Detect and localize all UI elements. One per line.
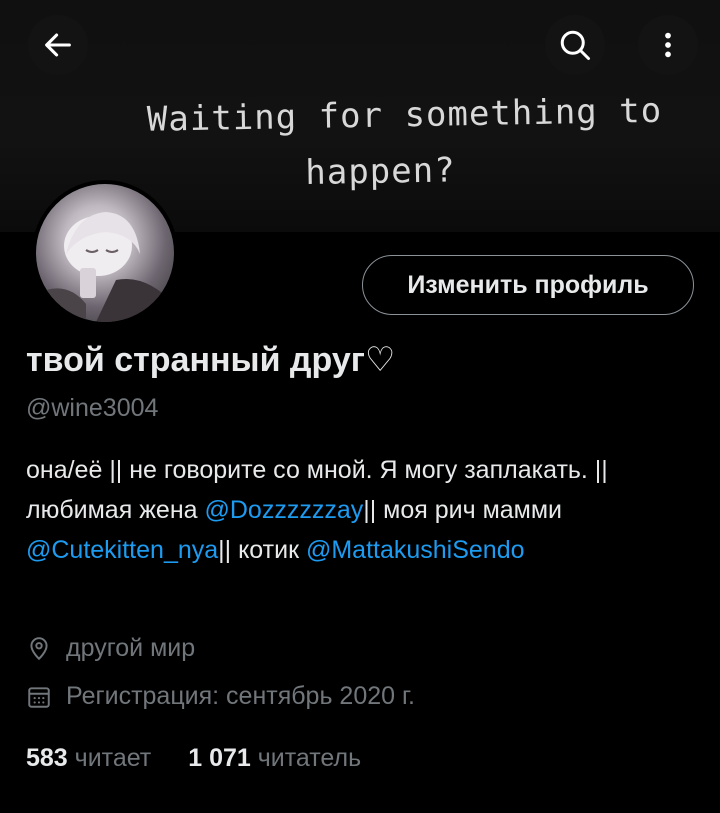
avatar[interactable] — [32, 180, 178, 326]
joined-row: Регистрация: сентябрь 2020 г. — [26, 682, 415, 711]
calendar-icon — [28, 686, 50, 708]
more-button[interactable] — [638, 15, 698, 75]
location-text: другой мир — [66, 634, 196, 662]
bio-mention-2[interactable]: @Cutekitten_nya — [26, 536, 218, 564]
following-count: 583 — [26, 744, 68, 772]
avatar-image — [36, 212, 174, 322]
search-button[interactable] — [545, 15, 605, 75]
bio-mention-1[interactable]: @Dozzzzzzay — [204, 496, 363, 524]
more-vertical-icon — [665, 32, 671, 58]
location-pin-icon — [30, 636, 48, 660]
followers-label: читатель — [257, 744, 362, 772]
edit-profile-button[interactable]: Изменить профиль — [362, 255, 694, 315]
bio-text-3: || котик — [218, 536, 306, 564]
bio-mention-3[interactable]: @MattakushiSendo — [306, 536, 525, 564]
location-row: другой мир — [26, 634, 195, 663]
followers-link[interactable]: 1 071 читатель — [188, 744, 361, 772]
following-link[interactable]: 583 читает — [26, 744, 151, 772]
search-icon — [560, 30, 590, 60]
display-name: твой странный друг♡ — [26, 341, 396, 379]
arrow-left-icon — [45, 33, 71, 57]
followers-count: 1 071 — [188, 744, 251, 772]
joined-text: Регистрация: сентябрь 2020 г. — [66, 682, 415, 710]
back-button[interactable] — [28, 15, 88, 75]
profile-bio: она/её || не говорите со мной. Я могу за… — [26, 450, 696, 570]
bio-text-2: || моя рич мамми — [363, 496, 563, 524]
follow-stats: 583 читает 1 071 читатель — [26, 744, 361, 773]
following-label: читает — [74, 744, 152, 772]
user-handle: @wine3004 — [26, 394, 159, 422]
